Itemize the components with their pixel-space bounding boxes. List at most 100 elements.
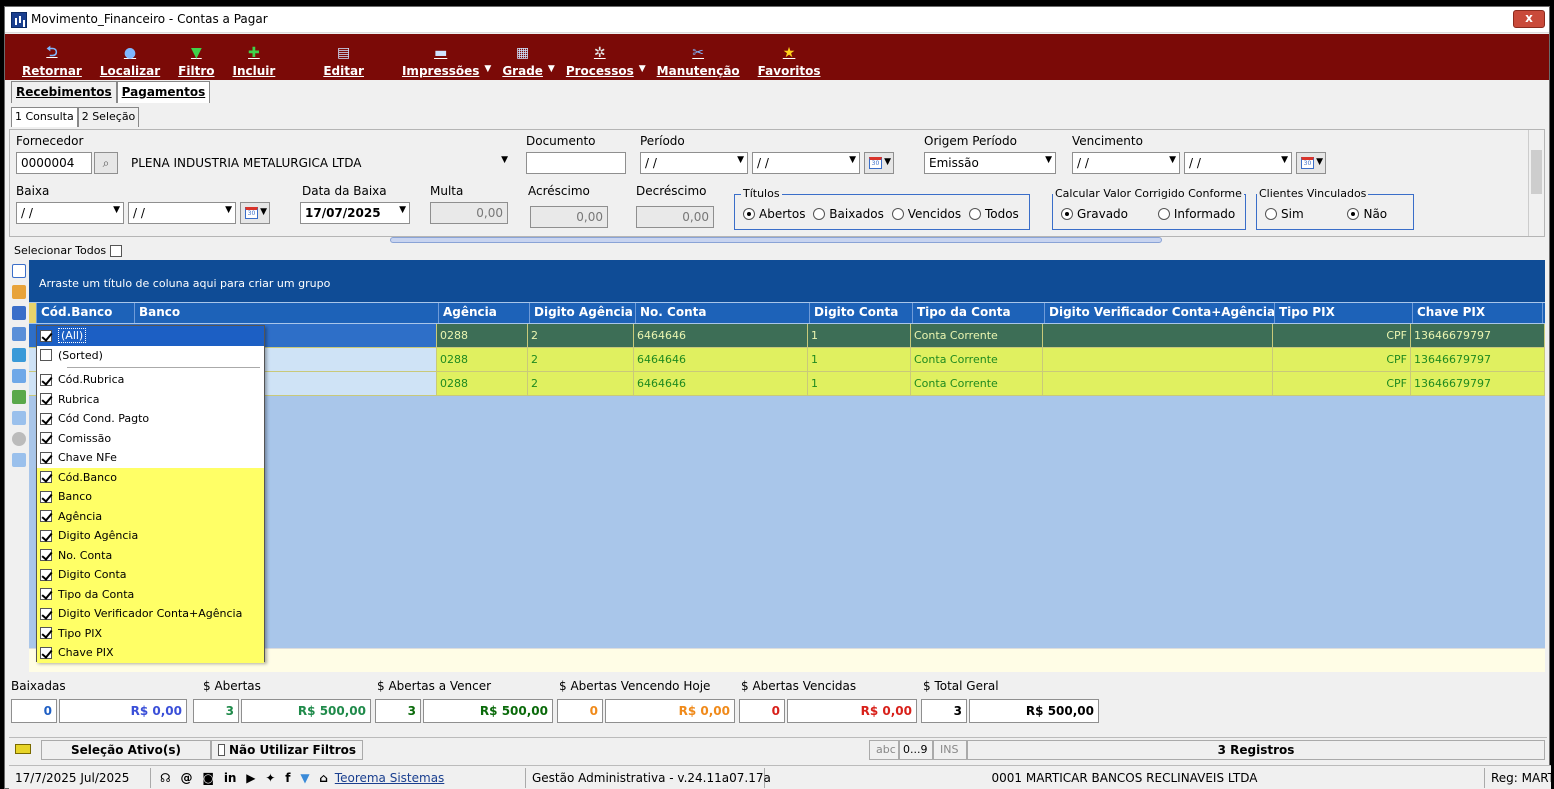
headset-icon[interactable]: ☊	[160, 771, 171, 785]
panel-scrollbar[interactable]	[1528, 130, 1544, 236]
nao-utilizar-checkbox[interactable]	[218, 744, 225, 756]
radio-nao[interactable]: Não	[1347, 207, 1387, 221]
youtube-icon[interactable]: ▶	[246, 771, 255, 785]
chooser-item[interactable]: Tipo PIX	[37, 623, 264, 643]
checkbox[interactable]	[40, 412, 52, 425]
tab-pagamentos[interactable]: Pagamentos	[116, 81, 211, 103]
radio-vencidos[interactable]: Vencidos	[891, 207, 961, 221]
col-tipo-pix[interactable]: Tipo PIX	[1275, 303, 1413, 323]
fornecedor-name-select[interactable]: PLENA INDUSTRIA METALURGICA LTDA ▼	[126, 152, 512, 174]
checkbox[interactable]	[40, 471, 52, 484]
fornecedor-search-button[interactable]: ⌕	[94, 152, 118, 174]
group-by-area[interactable]: Arraste um título de coluna aqui para cr…	[29, 260, 1545, 302]
at-icon[interactable]: @	[181, 771, 193, 785]
chooser-item[interactable]: Agência	[37, 506, 264, 526]
col-digito-conta[interactable]: Digito Conta	[810, 303, 913, 323]
graduation-icon[interactable]: ⌂	[319, 771, 328, 785]
panel-splitter[interactable]	[390, 237, 1162, 243]
radio-todos[interactable]: Todos	[968, 207, 1019, 221]
radio-baixados[interactable]: Baixados	[813, 207, 884, 221]
chooser-item[interactable]: Cód.Rubrica	[37, 370, 264, 390]
chooser-item[interactable]: Cód Cond. Pagto	[37, 409, 264, 429]
list-icon[interactable]	[12, 306, 26, 320]
money-icon[interactable]	[12, 390, 26, 404]
linkedin-icon[interactable]: in	[224, 771, 237, 785]
selecionar-todos[interactable]: Selecionar Todos	[14, 244, 123, 257]
radio-informado[interactable]: Informado	[1157, 207, 1235, 221]
chooser-item[interactable]: Chave PIX	[37, 643, 264, 663]
incluir-button[interactable]: ✚ Incluir	[224, 36, 285, 80]
checkbox[interactable]	[40, 451, 52, 464]
chooser-item[interactable]: Digito Verificador Conta+Agência	[37, 604, 264, 624]
checkbox[interactable]	[40, 329, 52, 342]
acrescimo-input[interactable]: 0,00	[530, 206, 608, 228]
checkbox[interactable]	[40, 529, 52, 542]
processos-button[interactable]: ✲ Processos	[557, 36, 643, 80]
periodo-to-input[interactable]: / / ▼	[752, 152, 860, 174]
favoritos-button[interactable]: ★ Favoritos	[749, 36, 830, 80]
col-agencia[interactable]: Agência	[439, 303, 530, 323]
chooser-item[interactable]: Comissão	[37, 429, 264, 449]
chooser-item[interactable]: Chave NFe	[37, 448, 264, 468]
checkbox[interactable]	[40, 607, 52, 620]
grid-icon[interactable]	[12, 369, 26, 383]
scroll-thumb[interactable]	[1531, 150, 1542, 194]
chooser-item[interactable]: Rubrica	[37, 390, 264, 410]
vencimento-calendar-button[interactable]: 30 ▼	[1296, 152, 1326, 174]
filter-logo-icon[interactable]: ▼	[300, 771, 309, 785]
impressoes-button[interactable]: ▬ Impressões	[393, 36, 488, 80]
tab-consulta[interactable]: 1 Consulta	[11, 107, 78, 127]
checkbox[interactable]	[40, 568, 52, 581]
decrescimo-input[interactable]: 0,00	[636, 206, 714, 228]
periodo-from-input[interactable]: / / ▼	[640, 152, 748, 174]
periodo-calendar-button[interactable]: 30 ▼	[864, 152, 894, 174]
checkbox[interactable]	[40, 393, 52, 406]
chooser-item[interactable]: Digito Agência	[37, 526, 264, 546]
vencimento-to-input[interactable]: / / ▼	[1184, 152, 1292, 174]
close-button[interactable]: x	[1513, 10, 1545, 28]
baixa-to-input[interactable]: / / ▼	[128, 202, 236, 224]
radio-gravado[interactable]: Gravado	[1061, 207, 1128, 221]
radio-sim[interactable]: Sim	[1265, 207, 1304, 221]
instagram-icon[interactable]: ◙	[202, 771, 214, 785]
checkbox[interactable]	[40, 510, 52, 523]
col-tipo-conta[interactable]: Tipo da Conta	[913, 303, 1045, 323]
chooser-item[interactable]: No. Conta	[37, 545, 264, 565]
localizar-button[interactable]: ● Localizar	[91, 36, 169, 80]
grade-button[interactable]: ▦ Grade	[493, 36, 552, 80]
multa-input[interactable]: 0,00	[430, 202, 508, 224]
checkbox[interactable]	[40, 627, 52, 640]
checkbox[interactable]	[40, 549, 52, 562]
col-no-conta[interactable]: No. Conta	[636, 303, 810, 323]
origem-periodo-select[interactable]: Emissão ▼	[924, 152, 1056, 174]
retornar-button[interactable]: ⮌ Retornar	[13, 36, 91, 80]
nao-utilizar-filtros[interactable]: Não Utilizar Filtros	[211, 740, 363, 760]
tab-recebimentos[interactable]: Recebimentos	[11, 81, 117, 103]
chooser-item[interactable]: Cód.Banco	[37, 467, 264, 487]
move-icon[interactable]	[12, 327, 26, 341]
checkbox[interactable]	[40, 490, 52, 503]
stack-icon[interactable]	[12, 285, 26, 299]
col-banco[interactable]: Banco	[135, 303, 439, 323]
checkbox[interactable]	[40, 432, 52, 445]
data-baixa-input[interactable]: 17/07/2025 ▼	[300, 202, 410, 224]
col-chave-pix[interactable]: Chave PIX	[1413, 303, 1543, 323]
col-digito-agencia[interactable]: Digito Agência	[530, 303, 636, 323]
vencimento-from-input[interactable]: / / ▼	[1072, 152, 1180, 174]
fornecedor-code-field[interactable]: 0000004	[16, 152, 92, 174]
column-chooser-handle[interactable]	[29, 303, 37, 323]
chooser-item-all[interactable]: (All)	[37, 326, 264, 346]
search-icon[interactable]	[12, 432, 26, 446]
checkbox[interactable]	[40, 588, 52, 601]
chooser-item[interactable]: Banco	[37, 487, 264, 507]
chooser-item-sorted[interactable]: (Sorted)	[37, 346, 264, 366]
baixa-from-input[interactable]: / / ▼	[16, 202, 124, 224]
radio-abertos[interactable]: Abertos	[743, 207, 805, 221]
filtro-button[interactable]: ▼ Filtro	[169, 36, 223, 80]
checkbox[interactable]	[40, 349, 52, 362]
col-digito-verificador[interactable]: Digito Verificador Conta+Agência	[1045, 303, 1275, 323]
chooser-item[interactable]: Tipo da Conta	[37, 584, 264, 604]
chooser-item[interactable]: Digito Conta	[37, 565, 264, 585]
col-cod-banco[interactable]: Cód.Banco	[37, 303, 135, 323]
documento-input[interactable]	[526, 152, 626, 174]
